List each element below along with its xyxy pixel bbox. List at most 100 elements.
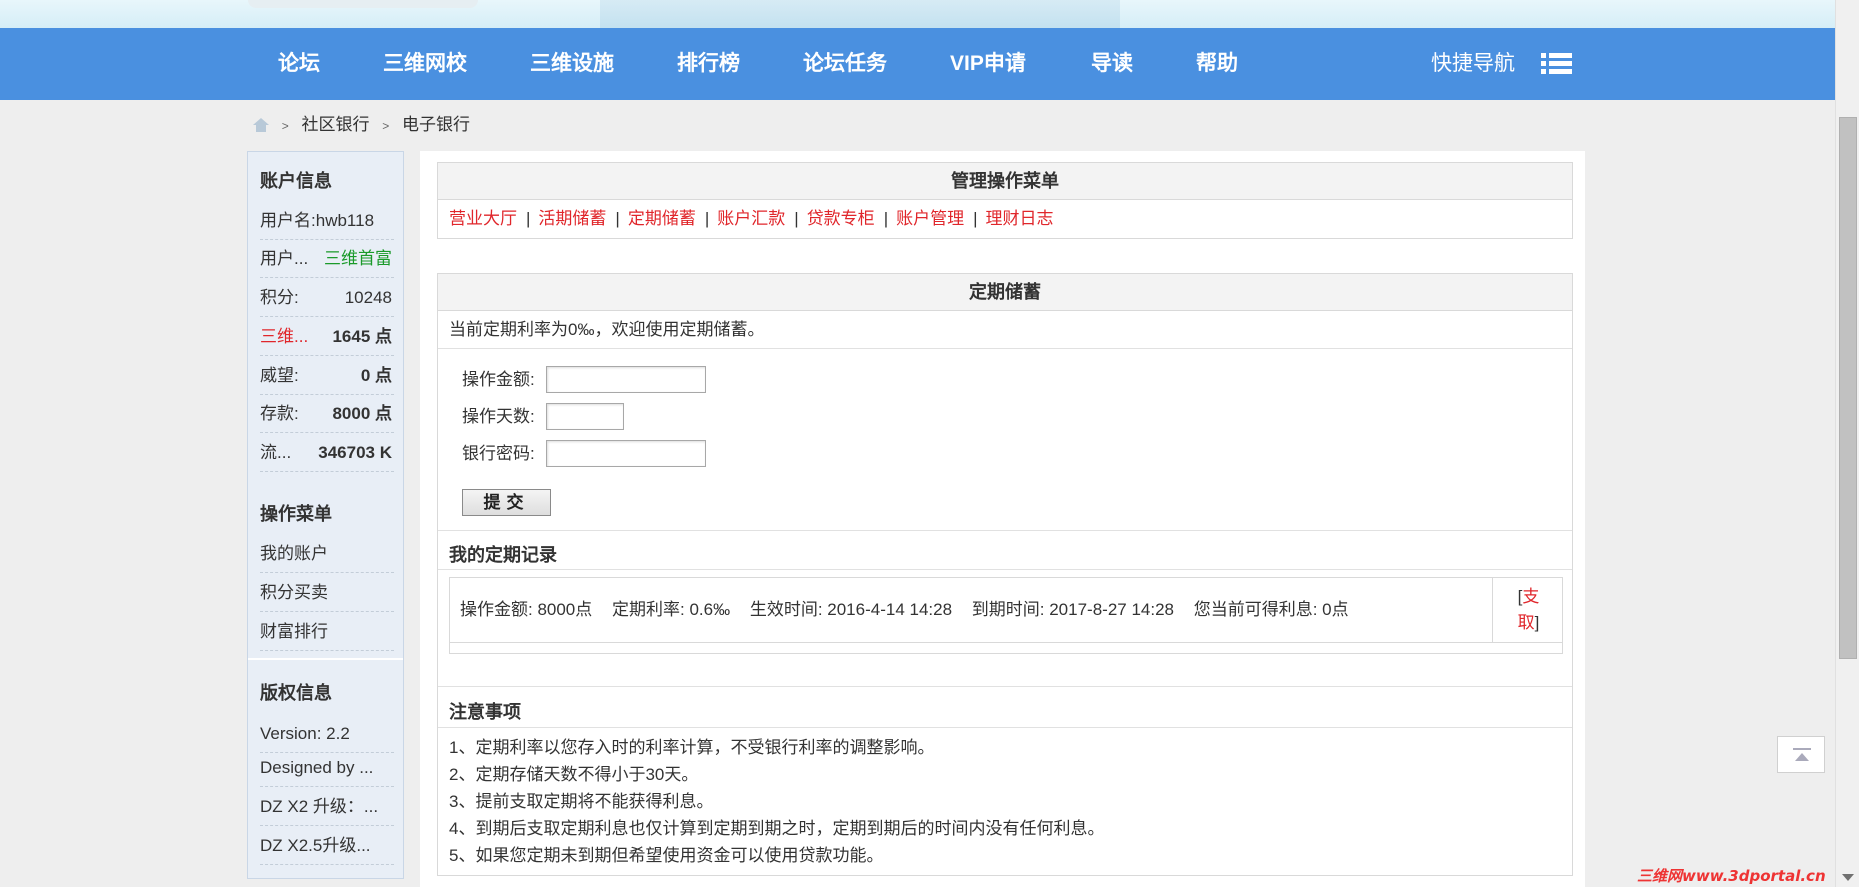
manage-menu-title: 管理操作菜单 [438, 163, 1572, 200]
fixed-deposit-box: 定期储蓄 当前定期利率为0‰，欢迎使用定期储蓄。 操作金额: 操作天数: 银行密… [437, 273, 1573, 876]
link-transfer[interactable]: 账户汇款 [717, 209, 785, 228]
nav-item-forum[interactable]: 论坛 [278, 28, 320, 100]
link-separator: | [973, 209, 978, 228]
nav-item-school[interactable]: 三维网校 [383, 28, 467, 100]
record-rate: 定期利率: 0.6‰ [612, 600, 731, 619]
watermark: 三维网www.3dportal.cn [1637, 867, 1826, 885]
top-banner [0, 0, 1835, 28]
sidebar: 账户信息 用户名:hwb118 用户... 三维首富 积分: 10248 三维.… [247, 151, 404, 879]
password-input[interactable] [546, 440, 706, 467]
sidebar-item-points-trade[interactable]: 积分买卖 [260, 574, 394, 612]
breadcrumb: > 社区银行 > 电子银行 [253, 113, 470, 137]
record-end: 到期时间: 2017-8-27 14:28 [971, 600, 1174, 619]
note-item: 4、到期后支取定期利息也仅计算到定期到期之时，定期到期后的时间内没有任何利息。 [449, 819, 1105, 838]
row-label: 用户名: [260, 211, 316, 230]
quick-nav[interactable]: 快捷导航 [1431, 28, 1572, 100]
row-value: 346703 K [318, 443, 392, 462]
record-amount: 操作金额: 8000点 [460, 600, 593, 619]
row-label: 流... [260, 443, 292, 462]
sidebar-item-wealth-ranking[interactable]: 财富排行 [260, 613, 394, 651]
link-account-manage[interactable]: 账户管理 [896, 209, 964, 228]
row-value: 1645 点 [332, 327, 392, 346]
breadcrumb-item-bank[interactable]: 社区银行 [301, 115, 369, 134]
link-fixed-deposit[interactable]: 定期储蓄 [628, 209, 696, 228]
list-icon [1541, 53, 1572, 75]
back-to-top-button[interactable] [1777, 736, 1825, 773]
fixed-deposit-intro: 当前定期利率为0‰，欢迎使用定期储蓄。 [438, 311, 1572, 349]
sidebar-row-3d-coins: 三维... 1645 点 [260, 318, 394, 356]
password-label: 银行密码: [462, 444, 535, 463]
link-lobby[interactable]: 营业大厅 [449, 209, 517, 228]
sidebar-row-username: 用户名:hwb118 [260, 202, 394, 240]
vertical-scrollbar[interactable] [1835, 0, 1859, 887]
copyright-dzx2: DZ X2 升级：... [260, 788, 394, 826]
record-interest: 您当前可得利息: 0点 [1193, 600, 1349, 619]
scroll-down-icon[interactable] [1842, 874, 1854, 881]
link-loans[interactable]: 贷款专柜 [807, 209, 875, 228]
divider [438, 686, 1572, 687]
notes-title: 注意事项 [449, 702, 521, 722]
link-separator: | [704, 209, 710, 228]
link-separator: | [615, 209, 620, 228]
row-label: 用户... [260, 249, 309, 268]
breadcrumb-item-ebank: 电子银行 [401, 115, 470, 134]
row-label: 存款: [260, 404, 299, 423]
withdraw-link-2[interactable]: 取 [1518, 613, 1535, 632]
quick-nav-label: 快捷导航 [1431, 52, 1515, 75]
bracket: ] [1534, 613, 1540, 632]
withdraw-cell: [支 取] [1492, 578, 1564, 642]
skyline-graphic [600, 0, 1120, 28]
records-title: 我的定期记录 [449, 545, 557, 565]
manage-menu-box: 管理操作菜单 营业大厅 | 活期储蓄 | 定期储蓄 | 账户汇款 | 贷款专柜 | 账户管理 | 理财日… [437, 162, 1573, 239]
divider [438, 569, 1572, 570]
withdraw-link[interactable]: 支 [1522, 587, 1539, 606]
main-content: 管理操作菜单 营业大厅 | 活期储蓄 | 定期储蓄 | 账户汇款 | 贷款专柜 | 账户管理 | 理财日… [420, 151, 1585, 887]
sidebar-divider [248, 658, 403, 660]
link-finance-log[interactable]: 理财日志 [986, 209, 1054, 228]
nav-item-guide[interactable]: 导读 [1091, 28, 1133, 100]
back-to-top-icon [1793, 748, 1811, 764]
amount-label: 操作金额: [462, 370, 535, 389]
record-bottom-row [449, 643, 1563, 654]
scrollbar-thumb[interactable] [1839, 117, 1857, 659]
copyright-title: 版权信息 [260, 683, 332, 703]
link-demand-deposit[interactable]: 活期储蓄 [538, 209, 606, 228]
copyright-version: Version: 2.2 [260, 715, 394, 753]
days-input[interactable] [546, 403, 624, 430]
logo-edge [248, 0, 478, 8]
sidebar-item-my-account[interactable]: 我的账户 [260, 535, 394, 573]
nav-item-ranking[interactable]: 排行榜 [677, 28, 740, 100]
row-value: 8000 点 [332, 404, 392, 423]
notes-list: 1、定期利率以您存入时的利率计算，不受银行利率的调整影响。 2、定期存储天数不得… [449, 734, 1104, 869]
account-info-title: 账户信息 [260, 171, 332, 191]
main-nav: 论坛 三维网校 三维设施 排行榜 论坛任务 VIP申请 导读 帮助 快捷导航 [0, 28, 1835, 100]
nav-item-facilities[interactable]: 三维设施 [530, 28, 614, 100]
row-label: 三维... [260, 327, 309, 346]
row-label: 威望: [260, 366, 299, 385]
record-start: 生效时间: 2016-4-14 14:28 [749, 600, 953, 619]
fixed-deposit-title: 定期储蓄 [438, 274, 1572, 311]
home-icon[interactable] [253, 118, 269, 132]
nav-item-help[interactable]: 帮助 [1196, 28, 1238, 100]
row-value: 10248 [344, 288, 392, 307]
row-value: 0 点 [360, 366, 392, 385]
note-item: 1、定期利率以您存入时的利率计算，不受银行利率的调整影响。 [449, 738, 935, 757]
sidebar-row-traffic: 流... 346703 K [260, 434, 394, 472]
sidebar-row-deposit: 存款: 8000 点 [260, 395, 394, 433]
row-value: 三维首富 [324, 249, 392, 268]
submit-button[interactable]: 提交 [462, 489, 551, 516]
copyright-dzx25: DZ X2.5升级... [260, 827, 394, 865]
divider [438, 530, 1572, 531]
note-item: 3、提前支取定期将不能获得利息。 [449, 792, 714, 811]
sidebar-row-prestige: 威望: 0 点 [260, 357, 394, 395]
record-info: 操作金额: 8000点 定期利率: 0.6‰ 生效时间: 2016-4-14 1… [460, 578, 1364, 642]
table-row: 操作金额: 8000点 定期利率: 0.6‰ 生效时间: 2016-4-14 1… [449, 577, 1563, 643]
days-row: 操作天数: [462, 403, 624, 431]
link-separator: | [526, 209, 531, 228]
row-value: hwb118 [315, 211, 375, 230]
nav-item-tasks[interactable]: 论坛任务 [803, 28, 887, 100]
nav-item-vip[interactable]: VIP申请 [950, 28, 1026, 100]
link-separator: | [883, 209, 889, 228]
amount-input[interactable] [546, 366, 706, 393]
breadcrumb-separator: > [281, 119, 289, 133]
